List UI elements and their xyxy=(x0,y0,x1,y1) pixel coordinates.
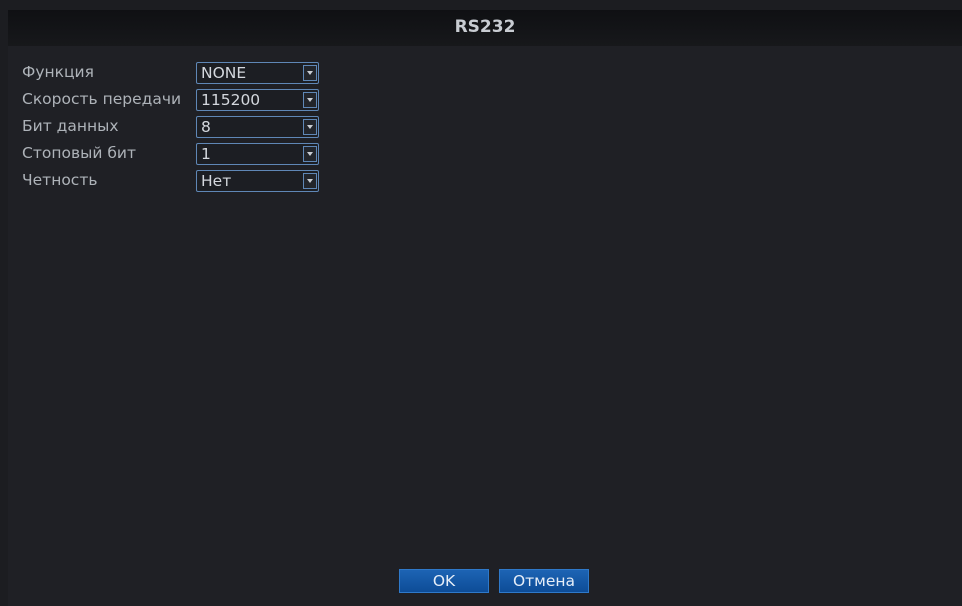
parity-select[interactable]: Нет xyxy=(196,170,319,192)
ok-button[interactable]: OK xyxy=(399,569,489,593)
function-value: NONE xyxy=(201,64,247,82)
setting-row-function: Функция NONE xyxy=(22,62,342,84)
chevron-down-icon[interactable] xyxy=(303,65,317,81)
baud-rate-label: Скорость передачи xyxy=(22,90,182,108)
parity-label: Четность xyxy=(22,171,98,189)
data-bits-value: 8 xyxy=(201,118,211,136)
rs232-dialog: RS232 Функция NONE Скорость передачи 115… xyxy=(0,0,962,606)
chevron-down-icon[interactable] xyxy=(303,173,317,189)
stop-bit-value: 1 xyxy=(201,145,211,163)
chevron-down-icon[interactable] xyxy=(303,92,317,108)
function-select[interactable]: NONE xyxy=(196,62,319,84)
baud-rate-value: 115200 xyxy=(201,91,261,109)
dialog-title: RS232 xyxy=(454,17,516,37)
chevron-down-icon[interactable] xyxy=(303,119,317,135)
data-bits-label: Бит данных xyxy=(22,117,119,135)
stop-bit-label: Стоповый бит xyxy=(22,144,136,162)
setting-row-data-bits: Бит данных 8 xyxy=(22,116,342,138)
stop-bit-select[interactable]: 1 xyxy=(196,143,319,165)
setting-row-parity: Четность Нет xyxy=(22,170,342,192)
setting-row-stop-bit: Стоповый бит 1 xyxy=(22,143,342,165)
setting-row-baud-rate: Скорость передачи 115200 xyxy=(22,89,342,111)
title-bar: RS232 xyxy=(8,10,962,47)
chevron-down-icon[interactable] xyxy=(303,146,317,162)
baud-rate-select[interactable]: 115200 xyxy=(196,89,319,111)
cancel-button[interactable]: Отмена xyxy=(499,569,589,593)
parity-value: Нет xyxy=(201,172,232,190)
data-bits-select[interactable]: 8 xyxy=(196,116,319,138)
function-label: Функция xyxy=(22,63,94,81)
